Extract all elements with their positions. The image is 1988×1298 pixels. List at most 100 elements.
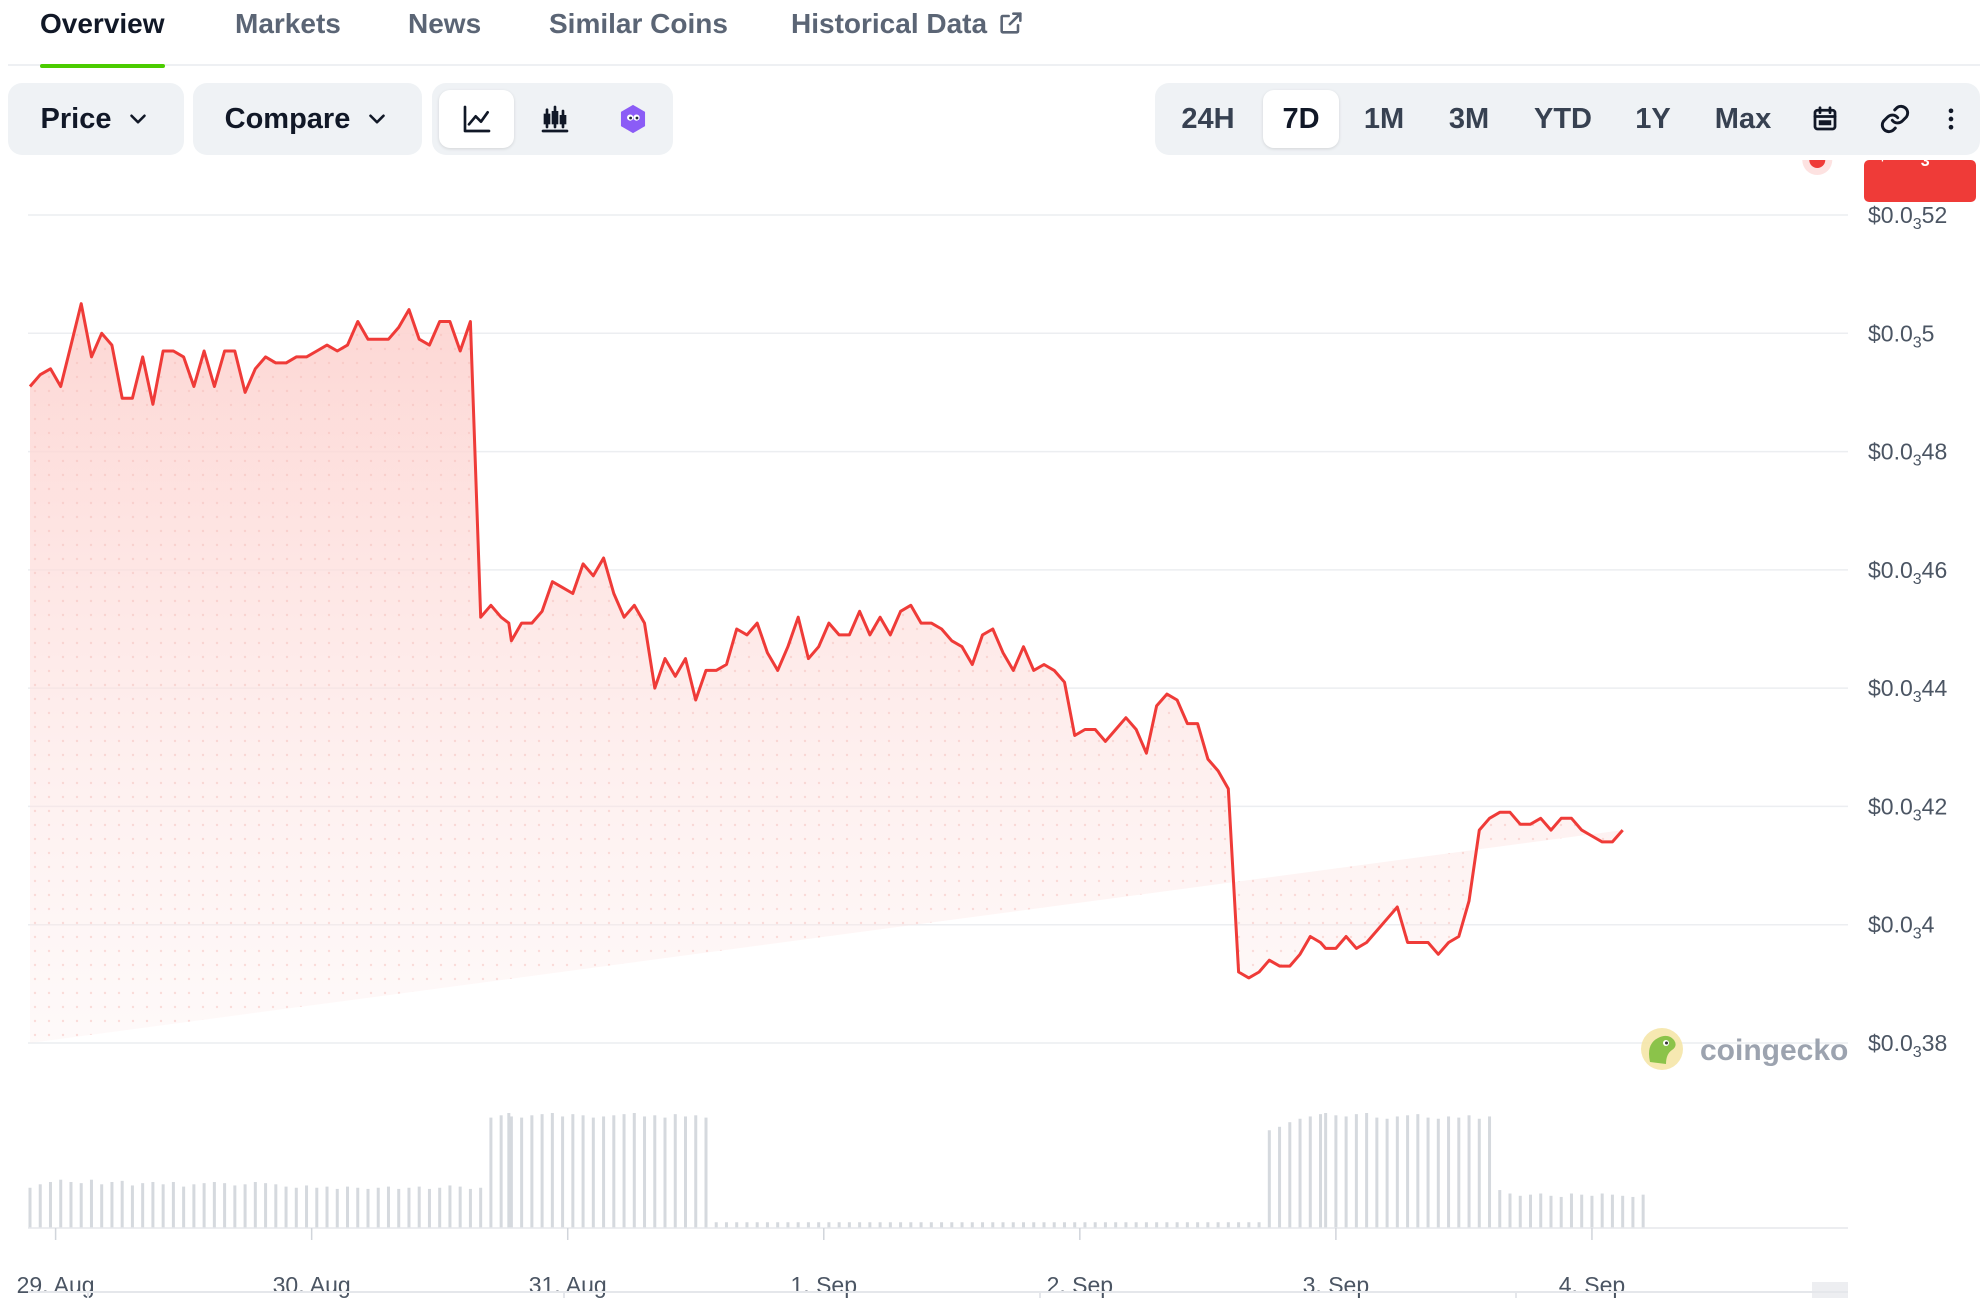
range-3m-label: 3M	[1448, 102, 1490, 135]
y-tick-label: $0.0346	[1868, 557, 1947, 588]
volume-bar	[827, 1222, 831, 1228]
volume-bar	[868, 1222, 872, 1228]
volume-bar	[1042, 1222, 1046, 1228]
volume-bar	[48, 1182, 52, 1228]
volume-bar	[1175, 1222, 1179, 1228]
volume-bar	[1539, 1193, 1543, 1228]
compare-dropdown[interactable]: Compare	[193, 83, 422, 155]
x-tick-label: 1. Sep	[791, 1272, 858, 1298]
volume-bar	[1032, 1222, 1036, 1228]
range-1y-label: 1Y	[1635, 102, 1671, 135]
compare-dropdown-label: Compare	[224, 102, 351, 135]
volume-bar	[182, 1186, 186, 1228]
volume-bar	[1278, 1126, 1282, 1228]
y-tick-label: $0.034	[1868, 912, 1935, 943]
volume-bar	[499, 1115, 503, 1228]
volume-bar	[1134, 1222, 1138, 1228]
volume-bar	[1569, 1193, 1573, 1228]
x-tick-label: 30. Aug	[273, 1272, 351, 1298]
y-tick-label: $0.035	[1868, 320, 1934, 351]
volume-bar	[110, 1182, 114, 1228]
range-max-label: Max	[1714, 102, 1772, 135]
volume-bar	[366, 1188, 370, 1228]
volume-bar	[212, 1182, 216, 1228]
volume-bar	[315, 1187, 319, 1228]
volume-bar	[59, 1179, 63, 1228]
x-axis-labels: 29. Aug 30. Aug 31. Aug 1. Sep 2. Sep 3. Sep 4…	[17, 1228, 1626, 1298]
y-tick-label: $0.0348	[1868, 439, 1947, 470]
range-24h-button[interactable]: 24H	[1167, 90, 1249, 148]
tab-news[interactable]: News	[408, 8, 481, 66]
volume-bar	[1385, 1118, 1389, 1228]
volume-bar	[407, 1187, 411, 1228]
chevron-down-icon	[130, 114, 147, 124]
x-tick-label: 4. Sep	[1559, 1272, 1626, 1298]
price-chart[interactable]: $0.0352 $0.035 $0.0348 $0.0346 $0.0344 $0.034…	[0, 160, 1988, 1298]
chart-type-toggle	[432, 83, 673, 155]
tradingview-button[interactable]	[595, 90, 670, 148]
volume-bar	[540, 1114, 544, 1228]
more-vertical-icon	[1948, 108, 1953, 130]
volume-bar	[1155, 1222, 1159, 1228]
volume-bar	[1426, 1117, 1430, 1228]
share-link-button[interactable]	[1865, 90, 1925, 148]
range-3m-button[interactable]: 3M	[1430, 90, 1508, 148]
navigator-handle[interactable]	[1812, 1282, 1848, 1298]
chevron-down-icon	[369, 114, 386, 124]
volume-bar	[1308, 1116, 1312, 1228]
volume-bar	[888, 1222, 892, 1228]
volume-bar	[417, 1186, 421, 1228]
volume-bar	[1416, 1114, 1420, 1228]
volume-bar	[274, 1184, 278, 1228]
volume-bar	[1580, 1194, 1584, 1228]
volume-bar	[1395, 1116, 1399, 1228]
volume-bar	[878, 1222, 882, 1228]
volume-bar	[100, 1184, 104, 1228]
volume-bar	[1257, 1222, 1261, 1228]
volume-bar	[1436, 1118, 1440, 1228]
volume-bar	[1365, 1113, 1369, 1228]
volume-bar	[940, 1222, 944, 1228]
date-picker-button[interactable]	[1795, 90, 1855, 148]
range-24h-label: 24H	[1181, 102, 1235, 135]
volume-bar	[663, 1117, 667, 1228]
x-tick-label: 3. Sep	[1303, 1272, 1370, 1298]
tab-similar-coins[interactable]: Similar Coins	[549, 8, 728, 66]
volume-bar	[1447, 1116, 1451, 1228]
tab-markets[interactable]: Markets	[235, 8, 341, 66]
area-dot-pattern	[30, 303, 1623, 1043]
tab-historical-data[interactable]: Historical Data	[791, 8, 1025, 66]
volume-bar	[223, 1183, 227, 1228]
volume-bar	[325, 1186, 329, 1228]
volume-bar	[530, 1115, 534, 1228]
range-ytd-button[interactable]: YTD	[1518, 90, 1608, 148]
volume-bar	[1001, 1222, 1005, 1228]
volume-bar	[1206, 1222, 1210, 1228]
range-1y-button[interactable]: 1Y	[1618, 90, 1688, 148]
tab-overview[interactable]: Overview	[40, 8, 165, 68]
price-dropdown[interactable]: Price	[8, 83, 184, 155]
volume-bar	[120, 1180, 124, 1228]
volume-bar	[581, 1115, 585, 1228]
tab-historical-data-label: Historical Data	[791, 8, 988, 39]
more-options-button[interactable]	[1928, 90, 1973, 148]
volume-bar	[1477, 1118, 1481, 1228]
volume-bar	[1073, 1222, 1077, 1228]
volume-bar	[253, 1182, 257, 1228]
volume-bar	[817, 1222, 821, 1228]
candlestick-chart-button[interactable]	[517, 90, 592, 148]
range-1m-button[interactable]: 1M	[1347, 90, 1421, 148]
volume-bar	[509, 1116, 513, 1228]
volume-bar	[89, 1179, 93, 1228]
x-tick-label: 29. Aug	[17, 1272, 95, 1298]
range-7d-button[interactable]: 7D	[1263, 90, 1339, 148]
volume-bar	[171, 1182, 175, 1228]
volume-bar	[1185, 1222, 1189, 1228]
range-max-button[interactable]: Max	[1698, 90, 1788, 148]
volume-bar	[550, 1113, 554, 1228]
line-chart-button[interactable]	[439, 90, 514, 148]
volume-bar	[684, 1116, 688, 1228]
volume-bar	[376, 1187, 380, 1228]
volume-bar	[981, 1222, 985, 1228]
volume-bar	[1590, 1195, 1594, 1228]
